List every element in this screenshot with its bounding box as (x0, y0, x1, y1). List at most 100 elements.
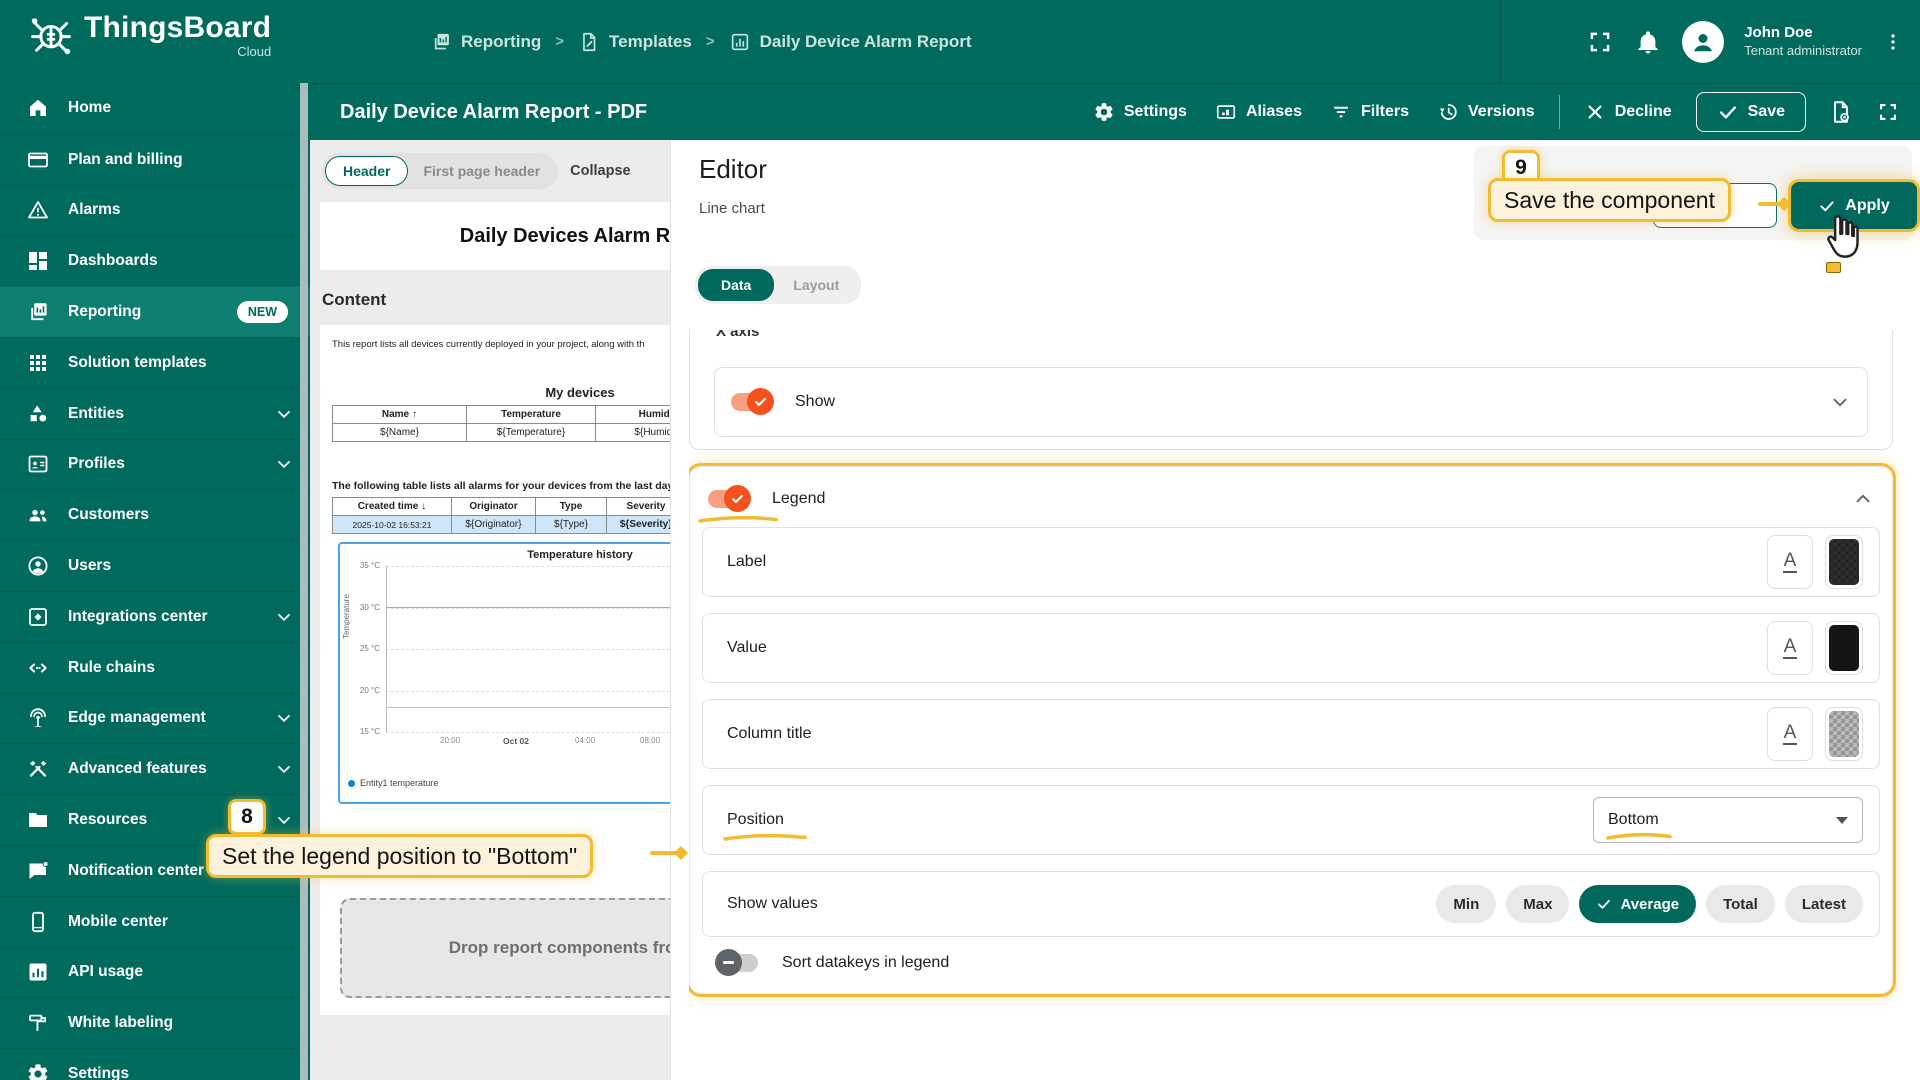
chevron-up-icon[interactable] (1852, 488, 1874, 510)
legend-toggle[interactable] (708, 490, 748, 508)
sidebar-item-label: Alarms (68, 201, 294, 219)
filters-button[interactable]: Filters (1318, 93, 1421, 131)
breadcrumb-item-daily-device-alarm-report[interactable]: Daily Device Alarm Report (729, 31, 972, 53)
app-cloud-label: Cloud (84, 45, 271, 58)
chevron-down-icon (274, 810, 294, 830)
avatar[interactable] (1682, 21, 1724, 63)
sidebar-item-settings[interactable]: Settings (0, 1048, 310, 1080)
settings-button[interactable]: Settings (1081, 93, 1199, 131)
sidebar-item-advanced-features[interactable]: Advanced features (0, 743, 310, 794)
drop-zone[interactable]: Drop report components from here (340, 898, 670, 998)
devices-table-title: My devices (320, 385, 670, 400)
versions-button[interactable]: Versions (1425, 93, 1547, 131)
report-intro-text: This report lists all devices currently … (332, 339, 645, 350)
font-settings-button[interactable]: A (1767, 707, 1813, 761)
editor-scroll-area[interactable]: X axis Show Legend (689, 330, 1903, 1080)
table-header[interactable]: Temperature (467, 406, 596, 424)
report-preview-panel: Header First page header Collapse Daily … (310, 140, 670, 1080)
chart-gridline (386, 649, 670, 650)
tab-data[interactable]: Data (698, 269, 774, 301)
filter-icon (1330, 101, 1352, 123)
sidebar-item-alarms[interactable]: Alarms (0, 185, 310, 236)
table-row: ${Name}${Temperature}${Humidity} (333, 424, 671, 442)
sort-datakeys-toggle[interactable] (718, 954, 758, 972)
sidebar-item-dashboards[interactable]: Dashboards (0, 235, 310, 286)
show-values-chip-max[interactable]: Max (1506, 885, 1569, 923)
aliases-icon (1215, 101, 1237, 123)
show-values-chip-total[interactable]: Total (1706, 885, 1775, 923)
sidebar-item-profiles[interactable]: Profiles (0, 439, 310, 490)
x-axis-section-title: X axis (716, 330, 1880, 341)
breadcrumb-item-reporting[interactable]: Reporting (430, 31, 541, 53)
user-block[interactable]: John Doe Tenant administrator (1744, 24, 1862, 59)
tab-header[interactable]: Header (325, 156, 408, 186)
table-header[interactable]: Type (536, 498, 607, 516)
table-cell: ${Severity} (607, 516, 671, 534)
devices-table[interactable]: Name↑TemperatureHumidity${Name}${Tempera… (332, 405, 670, 442)
sidebar-item-label: Home (68, 99, 294, 117)
legend-section: Legend LabelAValueAColumn titleA Positio… (689, 466, 1893, 994)
notifications-bell-icon[interactable] (1634, 28, 1662, 56)
sort-datakeys-row: Sort datakeys in legend (702, 937, 1880, 989)
color-swatch-button[interactable] (1825, 535, 1863, 589)
tab-layout[interactable]: Layout (774, 269, 858, 301)
sidebar-item-rule-chains[interactable]: Rule chains (0, 642, 310, 693)
x-tick-label: 08:00 (640, 736, 660, 745)
sidebar-item-solution-templates[interactable]: Solution templates (0, 337, 310, 388)
sidebar-item-plan-and-billing[interactable]: Plan and billing (0, 134, 310, 185)
chart-title: Temperature history (340, 549, 670, 561)
sidebar-item-entities[interactable]: Entities (0, 388, 310, 439)
table-header[interactable]: Humidity (596, 406, 671, 424)
thingsboard-logo[interactable]: ThingsBoard Cloud (28, 12, 271, 58)
fullscreen-icon[interactable] (1586, 28, 1614, 56)
table-header[interactable]: Severity (607, 498, 671, 516)
sidebar-item-api-usage[interactable]: API usage (0, 947, 310, 998)
sidebar-item-white-labeling[interactable]: White labeling (0, 997, 310, 1048)
x-axis-show-toggle[interactable] (731, 393, 771, 411)
reporting-icon (26, 300, 50, 324)
sidebar-scrollbar[interactable] (300, 83, 308, 1080)
chart-legend: Entity1 temperature (348, 778, 439, 788)
report-header-section[interactable]: Daily Devices Alarm Report (320, 202, 670, 270)
breadcrumb-item-templates[interactable]: Templates (578, 31, 692, 53)
sidebar-item-users[interactable]: Users (0, 540, 310, 591)
chart-gridline (386, 566, 670, 567)
mobile-icon (26, 910, 50, 934)
legend-dot-icon (348, 780, 355, 787)
table-header[interactable]: Created time↓ (333, 498, 452, 516)
color-swatch-button[interactable] (1825, 707, 1863, 761)
show-values-chip-average[interactable]: Average (1579, 885, 1696, 923)
tab-first-page-header[interactable]: First page header (408, 157, 555, 185)
position-select[interactable]: Bottom (1593, 797, 1863, 843)
kebab-menu-icon[interactable] (1882, 28, 1904, 56)
sidebar-item-customers[interactable]: Customers (0, 489, 310, 540)
line-chart-component[interactable]: Temperature history Temperature Entity1 … (338, 542, 670, 804)
gear-icon (1093, 101, 1115, 123)
table-header[interactable]: Originator (452, 498, 536, 516)
table-header[interactable]: Name↑ (333, 406, 467, 424)
close-x-icon (1584, 101, 1606, 123)
annotation-underline (723, 833, 807, 841)
sidebar-item-home[interactable]: Home (0, 83, 310, 134)
sidebar-item-edge-management[interactable]: Edge management (0, 693, 310, 744)
sidebar-item-integrations-center[interactable]: Integrations center (0, 591, 310, 642)
aliases-button[interactable]: Aliases (1203, 93, 1314, 131)
collapse-button[interactable]: Collapse (570, 163, 630, 179)
show-values-chip-min[interactable]: Min (1436, 885, 1496, 923)
chevron-down-icon[interactable] (1829, 391, 1851, 413)
save-button[interactable]: Save (1696, 92, 1806, 132)
font-settings-button[interactable]: A (1767, 535, 1813, 589)
x-tick-label: 20:00 (440, 736, 460, 745)
font-settings-button[interactable]: A (1767, 621, 1813, 675)
fullscreen-icon[interactable] (1876, 100, 1900, 124)
preview-document-icon[interactable] (1828, 99, 1854, 125)
decline-button[interactable]: Decline (1572, 93, 1684, 131)
sidebar-item-label: Integrations center (68, 608, 274, 626)
sidebar-item-reporting[interactable]: ReportingNEW (0, 286, 310, 337)
y-tick-label: 30 °C (340, 603, 380, 612)
sidebar-item-mobile-center[interactable]: Mobile center (0, 896, 310, 947)
annotation-underline (1606, 832, 1672, 840)
color-swatch-button[interactable] (1825, 621, 1863, 675)
show-values-chip-latest[interactable]: Latest (1785, 885, 1863, 923)
alarms-table[interactable]: Created time↓OriginatorTypeSeverity2025-… (332, 497, 670, 534)
